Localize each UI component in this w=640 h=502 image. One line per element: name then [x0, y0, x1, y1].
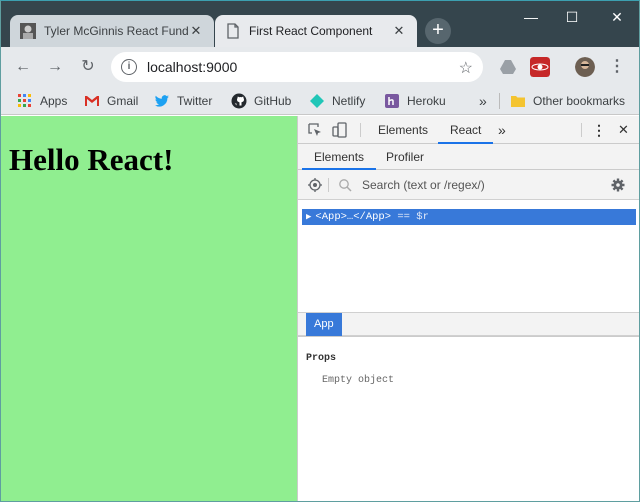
netlify-icon [310, 94, 324, 108]
page-heading: Hello React! [9, 142, 174, 177]
url-text: localhost:9000 [147, 59, 238, 75]
component-tree: ▶ <App>…</App> == $r [298, 200, 639, 312]
expand-arrow-icon[interactable]: ▶ [306, 212, 311, 222]
toolbar-divider [360, 123, 361, 137]
bookmark-other[interactable]: Other bookmarks [510, 91, 625, 111]
inspect-element-icon[interactable] [307, 122, 323, 138]
selected-component-bar: App [298, 312, 639, 336]
tab-tyler-mcginnis[interactable]: Tyler McGinnis React Fund ✕ [10, 15, 214, 47]
bookmark-label: Netlify [332, 94, 366, 108]
devtools-tab-elements[interactable]: Elements [378, 116, 428, 144]
component-tree-row-app[interactable]: ▶ <App>…</App> == $r [302, 209, 636, 225]
bookmark-apps[interactable]: Apps [17, 91, 67, 111]
devtools-tab-react[interactable]: React [438, 116, 494, 144]
bookmark-label: Gmail [107, 94, 139, 108]
tab-title: Tyler McGinnis React Fund [44, 24, 188, 38]
subtab-elements[interactable]: Elements [302, 144, 377, 170]
bookmark-label: Heroku [407, 94, 446, 108]
avatar-favicon-icon [20, 23, 36, 39]
new-tab-button[interactable]: + [425, 18, 451, 44]
select-component-target-icon[interactable] [308, 178, 322, 192]
maximize-button[interactable]: ☐ [552, 5, 592, 29]
settings-gear-icon[interactable] [611, 178, 625, 192]
react-extension-icon[interactable] [530, 57, 550, 77]
devtools-more-tabs-icon[interactable]: » [498, 116, 506, 144]
window-close-button[interactable]: ✕ [597, 5, 637, 29]
tree-row-label: <App>…</App> [315, 211, 392, 223]
bookmark-netlify[interactable]: Netlify [309, 91, 365, 111]
component-search-bar[interactable]: Search (text or /regex/) [298, 170, 639, 200]
reload-icon[interactable]: ↻ [76, 55, 100, 79]
forward-arrow-icon[interactable]: → [43, 55, 67, 79]
folder-icon [511, 96, 525, 107]
tab-first-react-component[interactable]: First React Component ✕ [215, 15, 417, 47]
tree-row-suffix: == $r [397, 211, 429, 223]
bookmarks-overflow-icon[interactable]: » [479, 91, 487, 111]
close-tab-icon[interactable]: ✕ [391, 23, 407, 39]
apps-grid-icon [18, 94, 31, 107]
tab-title: First React Component [249, 24, 373, 38]
devtools-panel: Elements React » ⋮ ✕ Elements Profiler S… [297, 116, 639, 501]
bookmark-gmail[interactable]: Gmail [84, 91, 138, 111]
site-info-icon[interactable]: i [121, 59, 137, 75]
tab-strip: Tyler McGinnis React Fund ✕ First React … [1, 1, 639, 47]
bookmark-label: Twitter [177, 94, 213, 108]
device-toolbar-icon[interactable] [332, 122, 348, 138]
close-tab-icon[interactable]: ✕ [188, 23, 204, 39]
bookmark-divider [499, 93, 500, 109]
devtools-tab-bar: Elements React » ⋮ ✕ [298, 116, 639, 144]
github-icon [231, 93, 247, 109]
search-input[interactable]: Search (text or /regex/) [362, 178, 485, 192]
bookmarks-bar: Apps Gmail Twitter GitHub Netlify Heroku… [1, 87, 639, 115]
toolbar-divider [581, 123, 582, 137]
page-icon [227, 23, 239, 39]
props-heading: Props [306, 353, 337, 364]
browser-menu-icon[interactable]: ⋮ [605, 55, 629, 79]
drive-extension-icon[interactable] [498, 57, 518, 77]
page-viewport: Hello React! [1, 116, 297, 501]
props-empty-text: Empty object [322, 375, 395, 386]
address-bar[interactable]: i localhost:9000 ☆ [111, 52, 483, 82]
gmail-icon [85, 96, 99, 106]
bookmark-twitter[interactable]: Twitter [154, 91, 212, 111]
browser-toolbar: ← → ↻ i localhost:9000 ☆ ⋮ [1, 47, 639, 87]
search-divider [328, 178, 329, 192]
bookmark-label: Apps [40, 94, 68, 108]
subtab-profiler[interactable]: Profiler [374, 144, 436, 170]
minimize-button[interactable]: — [511, 5, 551, 29]
bookmark-star-icon[interactable]: ☆ [459, 58, 473, 78]
devtools-close-icon[interactable]: ✕ [618, 116, 629, 144]
bookmark-label: Other bookmarks [533, 94, 626, 108]
profile-avatar[interactable] [575, 57, 595, 77]
bookmark-heroku[interactable]: Heroku [384, 91, 446, 111]
bookmark-label: GitHub [254, 94, 292, 108]
devtools-menu-icon[interactable]: ⋮ [592, 116, 606, 144]
react-subtab-bar: Elements Profiler [298, 144, 639, 170]
back-arrow-icon[interactable]: ← [11, 55, 35, 79]
selected-component-chip[interactable]: App [306, 313, 342, 336]
props-panel: Props Empty object [298, 336, 639, 501]
search-icon [339, 179, 352, 192]
heroku-icon [385, 94, 399, 108]
browser-window: Tyler McGinnis React Fund ✕ First React … [0, 0, 640, 502]
bookmark-github[interactable]: GitHub [231, 91, 291, 111]
twitter-icon [154, 95, 169, 107]
